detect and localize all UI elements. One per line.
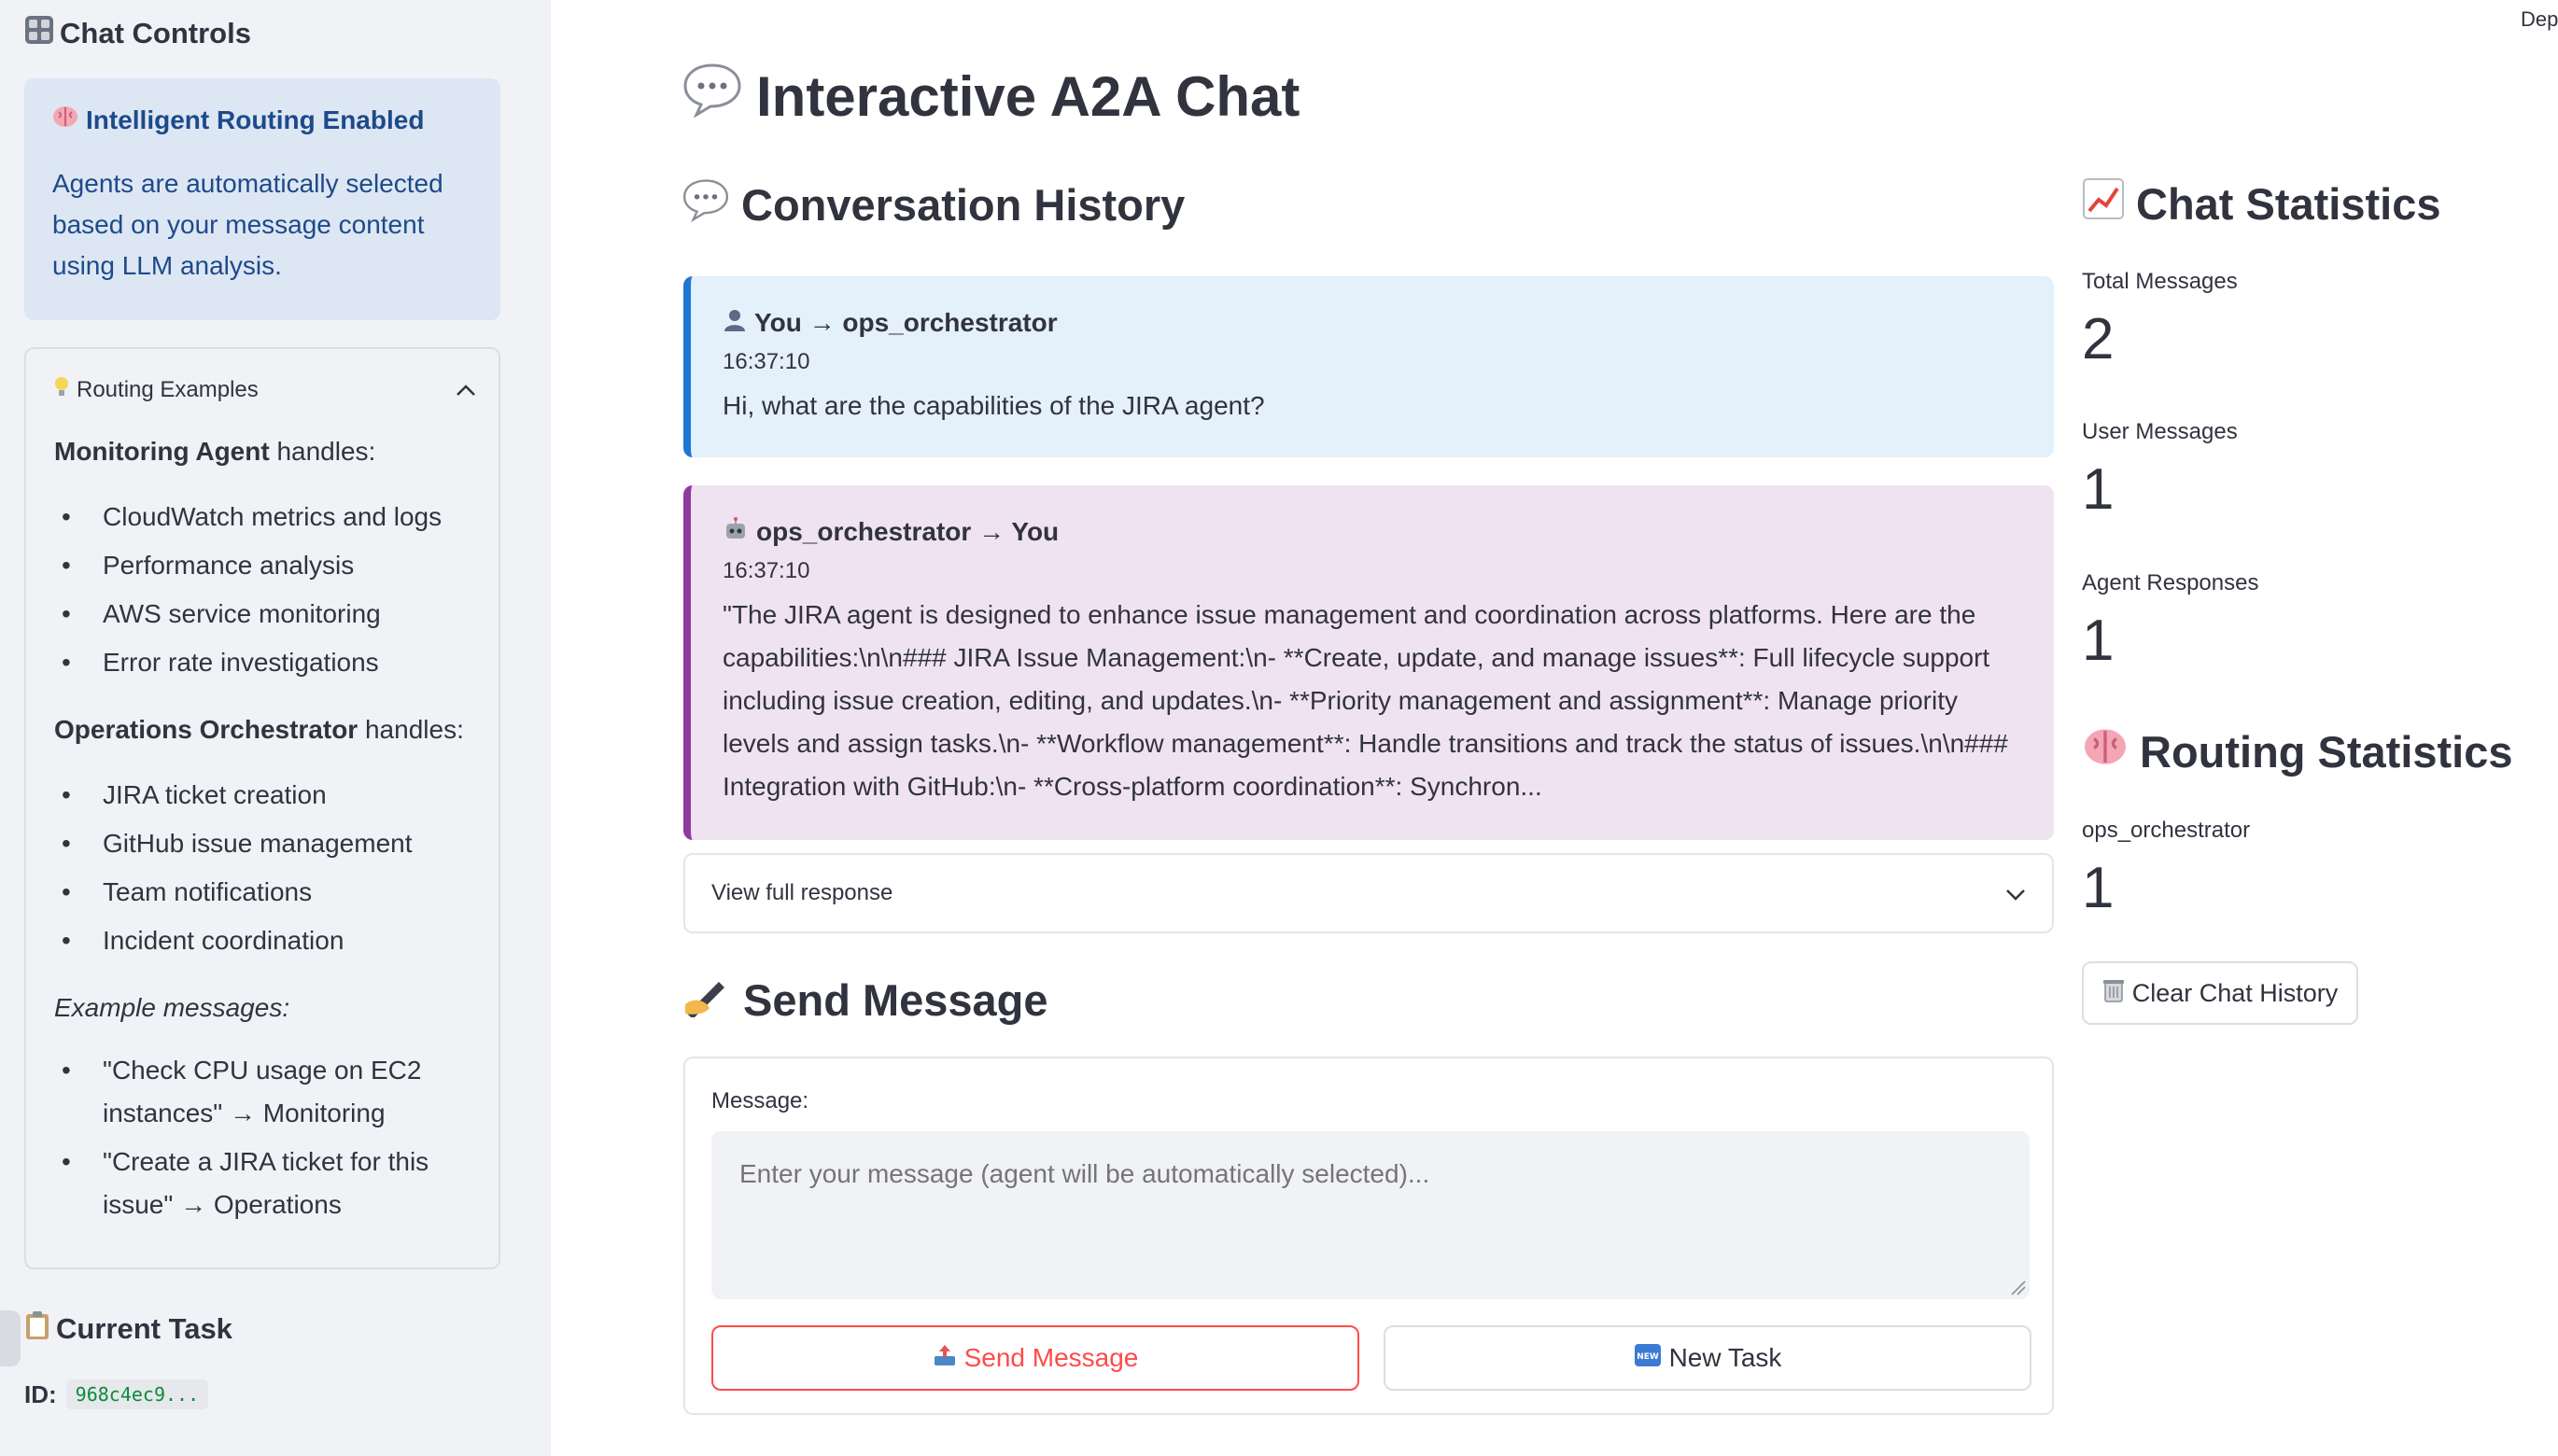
send-message-heading: Send Message (682, 973, 1048, 1028)
current-task-title: Current Task (24, 1310, 232, 1348)
task-id-row: ID: 968c4ec9... (24, 1379, 209, 1409)
agent-responses-value: 1 (2082, 609, 2115, 673)
user-messages-label: User Messages (2082, 419, 2238, 444)
user-messages-value: 1 (2082, 457, 2115, 522)
chat-statistics-heading: Chat Statistics (2082, 177, 2440, 231)
example-list: "Check CPU usage on EC2 instances" → Mon… (54, 1049, 480, 1226)
routing-agent-value: 1 (2082, 856, 2115, 920)
robot-icon (723, 516, 749, 548)
brain-icon (2082, 726, 2129, 777)
resize-grip-icon[interactable] (2009, 1279, 2026, 1295)
message-header-text: You → ops_orchestrator (754, 308, 1058, 337)
page-title-text: Interactive A2A Chat (756, 64, 1300, 128)
view-full-response-label: View full response (711, 880, 893, 905)
list-item: JIRA ticket creation (54, 771, 480, 819)
send-message-heading-text: Send Message (743, 975, 1048, 1025)
message-text: Hi, what are the capabilities of the JIR… (723, 391, 1265, 420)
list-item: "Create a JIRA ticket for this issue" → … (54, 1141, 480, 1226)
routing-agent-label: ops_orchestrator (2082, 818, 2251, 843)
wastebasket-icon (2102, 977, 2125, 1010)
new-badge-icon: NEW (1634, 1343, 1662, 1374)
routing-examples-body: Monitoring Agent handles: CloudWatch met… (54, 431, 480, 1249)
task-id-value: 968c4ec9... (65, 1379, 209, 1409)
conversation-history-heading: Conversation History (682, 177, 1185, 232)
chevron-up-icon[interactable] (456, 377, 476, 403)
list-item: GitHub issue management (54, 819, 480, 868)
send-message-button-label: Send Message (963, 1343, 1139, 1372)
sidebar: Chat Controls Intelligent Routing Enable… (0, 0, 551, 1456)
monitoring-agent-name: Monitoring Agent (54, 437, 270, 466)
clear-chat-history-label: Clear Chat History (2131, 978, 2339, 1007)
sidebar-title-text: Chat Controls (60, 17, 251, 49)
agent-responses-label: Agent Responses (2082, 570, 2259, 595)
clear-chat-history-button[interactable]: Clear Chat History (2082, 961, 2358, 1025)
message-field-label: Message: (711, 1088, 809, 1113)
example-messages-label: Example messages: (54, 987, 480, 1029)
list-item: CloudWatch metrics and logs (54, 493, 480, 541)
list-item: AWS service monitoring (54, 590, 480, 638)
task-id-label: ID: (24, 1379, 57, 1408)
routing-info-body: Agents are automatically selected based … (52, 169, 443, 280)
current-task-title-text: Current Task (56, 1312, 232, 1345)
agent-message-card: ops_orchestrator → You 16:37:10 "The JIR… (683, 485, 2054, 840)
message-header: ops_orchestrator → You (723, 513, 2022, 551)
routing-statistics-text: Routing Statistics (2140, 727, 2513, 777)
brain-icon (52, 105, 78, 135)
routing-info-heading-text: Intelligent Routing Enabled (86, 105, 425, 134)
page-title: Interactive A2A Chat (682, 62, 1300, 131)
message-text: "The JIRA agent is designed to enhance i… (723, 600, 2008, 801)
chart-increasing-icon (2082, 177, 2125, 231)
monitoring-list: CloudWatch metrics and logs Performance … (54, 493, 480, 687)
ops-agent-name: Operations Orchestrator (54, 715, 358, 744)
view-full-response-expander[interactable]: View full response (683, 853, 2054, 933)
message-time: 16:37:10 (723, 558, 810, 583)
ops-agent-line: Operations Orchestrator handles: (54, 709, 480, 750)
routing-statistics-heading: Routing Statistics (2082, 726, 2513, 777)
message-header: You → ops_orchestrator (723, 304, 2022, 342)
user-message-card: You → ops_orchestrator 16:37:10 Hi, what… (683, 276, 2054, 457)
routing-examples-expander: Routing Examples Monitoring Agent handle… (24, 347, 500, 1269)
deploy-button[interactable]: Dep (2521, 7, 2558, 32)
svg-text:NEW: NEW (1637, 1352, 1659, 1362)
chevron-down-icon[interactable] (2005, 879, 2026, 908)
clipboard-icon (24, 1310, 50, 1348)
lightbulb-icon (54, 376, 69, 404)
monitoring-agent-line: Monitoring Agent handles: (54, 431, 480, 472)
conversation-history-text: Conversation History (741, 180, 1186, 230)
routing-info-heading: Intelligent Routing Enabled (52, 105, 472, 135)
message-form: Message: Send Message NEW New Task (683, 1057, 2054, 1415)
ops-list: JIRA ticket creation GitHub issue manage… (54, 771, 480, 965)
message-input[interactable] (711, 1131, 2030, 1299)
list-item: Incident coordination (54, 917, 480, 965)
handles-text: handles: (269, 437, 376, 466)
new-task-button-label: New Task (1668, 1343, 1782, 1372)
sidebar-title: Chat Controls (24, 15, 251, 52)
routing-examples-title: Routing Examples (77, 377, 259, 402)
list-item: "Check CPU usage on EC2 instances" → Mon… (54, 1049, 480, 1135)
total-messages-value: 2 (2082, 307, 2115, 371)
user-silhouette-icon (723, 308, 747, 339)
send-message-button[interactable]: Send Message (711, 1325, 1359, 1391)
list-item: Performance analysis (54, 541, 480, 590)
routing-examples-header[interactable]: Routing Examples (54, 371, 476, 409)
app-root: Chat Controls Intelligent Routing Enable… (0, 0, 2558, 1456)
handles-text: handles: (358, 715, 464, 744)
total-messages-label: Total Messages (2082, 269, 2238, 294)
control-knobs-icon (24, 15, 54, 52)
message-header-text: ops_orchestrator → You (756, 517, 1060, 546)
list-item: Error rate investigations (54, 638, 480, 687)
routing-info-alert: Intelligent Routing Enabled Agents are a… (24, 78, 500, 320)
writing-hand-icon (682, 973, 732, 1028)
list-item: Team notifications (54, 868, 480, 917)
example-messages-text: Example messages: (54, 993, 290, 1022)
speech-bubble-icon (682, 62, 743, 131)
sidebar-resize-handle[interactable] (0, 1310, 21, 1366)
new-task-button[interactable]: NEW New Task (1384, 1325, 2031, 1391)
chat-statistics-text: Chat Statistics (2136, 179, 2441, 229)
speech-bubble-icon (682, 177, 730, 232)
outbox-tray-icon (933, 1343, 957, 1374)
message-time: 16:37:10 (723, 349, 810, 374)
